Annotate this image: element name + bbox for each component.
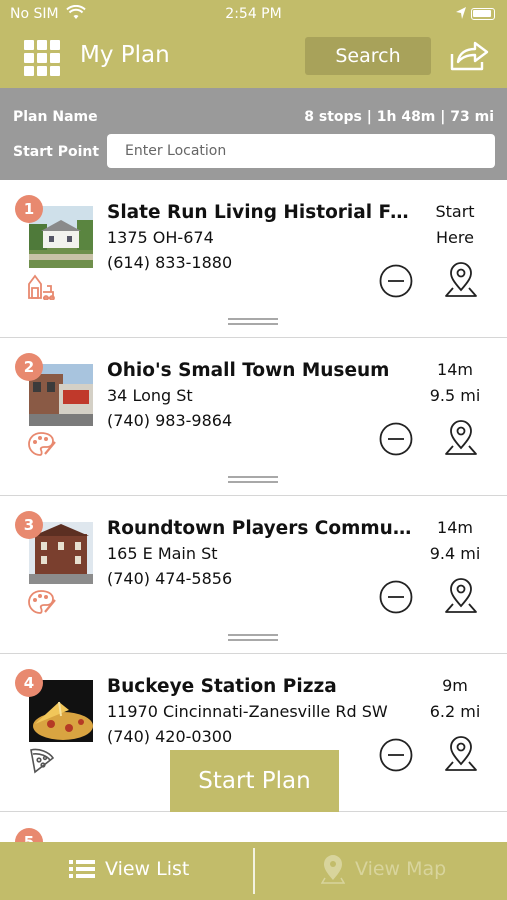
map-pin-icon[interactable] xyxy=(443,260,479,300)
stop-distance: 9.5 mi xyxy=(429,386,481,405)
stop-list: 1 Slate Run Living Historial Farm 1375 O… xyxy=(0,180,507,812)
start-location-input[interactable] xyxy=(107,134,495,168)
stop-number-badge: 4 xyxy=(15,669,43,697)
page-title: My Plan xyxy=(80,42,170,68)
stop-number-badge: 3 xyxy=(15,511,43,539)
tab-view-map-label: View Map xyxy=(355,858,447,880)
palette-icon xyxy=(28,432,56,456)
menu-grid-icon[interactable] xyxy=(24,40,60,76)
map-pin-icon[interactable] xyxy=(443,418,479,458)
stop-address: 34 Long St xyxy=(107,386,193,405)
tab-view-list[interactable]: View List xyxy=(0,842,253,900)
stop-address: 11970 Cincinnati-Zanesville Rd SW xyxy=(107,702,388,721)
stop-number-badge: 1 xyxy=(15,195,43,223)
plan-name-label[interactable]: Plan Name xyxy=(13,109,98,125)
bottom-tab-bar: View List View Map xyxy=(0,842,507,900)
stop-travel-time: 14m xyxy=(437,360,473,379)
stop-phone[interactable]: (740) 983-9864 xyxy=(107,411,232,430)
start-point-label: Start Point xyxy=(13,144,100,160)
stop-name[interactable]: Slate Run Living Historial Farm xyxy=(107,202,417,223)
stop-address: 1375 OH-674 xyxy=(107,228,214,247)
app-header: No SIM 2:54 PM My Plan Search xyxy=(0,0,507,88)
stop-card[interactable]: 1 Slate Run Living Historial Farm 1375 O… xyxy=(0,180,507,338)
stop-number-badge: 2 xyxy=(15,353,43,381)
stop-phone[interactable]: (740) 474-5856 xyxy=(107,569,232,588)
drag-handle[interactable] xyxy=(228,318,278,327)
plan-panel: Plan Name 8 stops | 1h 48m | 73 mi Start… xyxy=(0,88,507,180)
stop-phone[interactable]: (740) 420-0300 xyxy=(107,727,232,746)
stop-travel-time: 9m xyxy=(442,676,468,695)
remove-stop-icon[interactable] xyxy=(379,580,413,614)
stop-card[interactable]: 2 Ohio's Small Town Museum 34 Long St (7… xyxy=(0,338,507,496)
list-icon xyxy=(69,860,95,878)
stop-card[interactable]: 3 Roundtown Players Communi... 165 E Mai… xyxy=(0,496,507,654)
map-pin-icon[interactable] xyxy=(443,576,479,616)
stop-name[interactable]: Roundtown Players Communi... xyxy=(107,518,417,539)
stop-name[interactable]: Buckeye Station Pizza xyxy=(107,676,417,697)
tab-view-list-label: View List xyxy=(105,858,190,880)
remove-stop-icon[interactable] xyxy=(379,264,413,298)
remove-stop-icon[interactable] xyxy=(379,738,413,772)
map-marker-icon xyxy=(321,855,345,884)
palette-icon xyxy=(28,590,56,614)
status-bar: No SIM 2:54 PM xyxy=(0,0,507,28)
share-icon[interactable] xyxy=(448,40,490,72)
start-plan-button[interactable]: Start Plan xyxy=(170,750,339,812)
plan-stats: 8 stops | 1h 48m | 73 mi xyxy=(304,109,494,125)
stop-distance: Here xyxy=(436,228,474,247)
stop-phone[interactable]: (614) 833-1880 xyxy=(107,253,232,272)
stop-travel-time: 14m xyxy=(437,518,473,537)
stop-travel-time: Start xyxy=(435,202,475,221)
farm-icon xyxy=(28,274,55,300)
stop-name[interactable]: Ohio's Small Town Museum xyxy=(107,360,417,381)
stop-distance: 9.4 mi xyxy=(429,544,481,563)
stop-distance: 6.2 mi xyxy=(429,702,481,721)
status-time: 2:54 PM xyxy=(225,6,282,22)
location-arrow-icon xyxy=(456,7,466,19)
map-pin-icon[interactable] xyxy=(443,734,479,774)
drag-handle[interactable] xyxy=(228,476,278,485)
tab-view-map[interactable]: View Map xyxy=(255,842,507,900)
drag-handle[interactable] xyxy=(228,634,278,643)
search-button[interactable]: Search xyxy=(305,37,431,75)
pizza-icon xyxy=(30,748,55,774)
remove-stop-icon[interactable] xyxy=(379,422,413,456)
stop-address: 165 E Main St xyxy=(107,544,218,563)
battery-icon xyxy=(471,8,495,20)
